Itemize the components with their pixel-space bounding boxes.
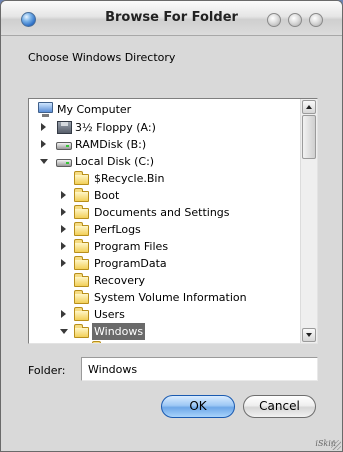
folder-icon (74, 222, 89, 236)
folder-icon (74, 307, 89, 321)
expand-arrow-icon[interactable] (61, 225, 66, 233)
tree-item-partial (29, 340, 299, 343)
scroll-down-button[interactable] (302, 328, 316, 342)
ok-button[interactable]: OK (161, 395, 235, 418)
tree-item-floppy[interactable]: 3½ Floppy (A:) (29, 119, 299, 136)
tree-item-label: Program Files (94, 240, 169, 253)
folder-icon (74, 273, 89, 287)
folder-icon (74, 171, 89, 185)
folder-icon (74, 324, 89, 338)
tree-item-windows[interactable]: Windows (29, 323, 299, 340)
tree-item-local-disk[interactable]: Local Disk (C:) (29, 153, 299, 170)
vertical-scrollbar[interactable] (300, 99, 317, 343)
tree-item-label: Recovery (94, 274, 146, 287)
tree-item-label: System Volume Information (94, 291, 247, 304)
folder-input[interactable] (81, 357, 318, 381)
resize-grip[interactable] (331, 440, 341, 450)
tree-item-label-selected: Windows (92, 323, 146, 340)
folder-tree[interactable]: My Computer 3½ Floppy (A:) RAMDisk (B:) … (28, 98, 318, 344)
expand-arrow-icon[interactable] (61, 208, 66, 216)
folder-icon (74, 256, 89, 270)
folder-icon (74, 205, 89, 219)
dialog-prompt: Choose Windows Directory (28, 51, 176, 64)
tree-item-recycle-bin[interactable]: $Recycle.Bin (29, 170, 299, 187)
hard-drive-icon (56, 142, 72, 150)
expand-arrow-icon[interactable] (61, 242, 66, 250)
scroll-up-button[interactable] (302, 100, 316, 114)
tree-item-my-computer[interactable]: My Computer (29, 101, 299, 118)
tree-item-boot[interactable]: Boot (29, 187, 299, 204)
tree-item-label: 3½ Floppy (A:) (75, 121, 156, 134)
scroll-thumb[interactable] (302, 115, 316, 159)
tree-item-recovery[interactable]: Recovery (29, 272, 299, 289)
floppy-drive-icon (57, 121, 72, 134)
tree-item-programdata[interactable]: ProgramData (29, 255, 299, 272)
tree-item-users[interactable]: Users (29, 306, 299, 323)
tree-item-perflogs[interactable]: PerfLogs (29, 221, 299, 238)
cancel-button[interactable]: Cancel (243, 395, 316, 418)
tree-item-label: Documents and Settings (94, 206, 230, 219)
folder-label: Folder: (28, 364, 66, 377)
expand-arrow-icon[interactable] (41, 140, 46, 148)
expand-arrow-icon[interactable] (61, 310, 66, 318)
browse-for-folder-dialog: Browse For Folder Choose Windows Directo… (0, 0, 343, 452)
collapse-arrow-icon[interactable] (40, 159, 48, 164)
tree-item-system-volume-information[interactable]: System Volume Information (29, 289, 299, 306)
tree-item-ramdisk[interactable]: RAMDisk (B:) (29, 136, 299, 153)
folder-icon (74, 290, 89, 304)
tree-item-program-files[interactable]: Program Files (29, 238, 299, 255)
folder-icon (74, 188, 89, 202)
computer-icon (38, 102, 53, 117)
tree-item-label: Users (94, 308, 125, 321)
maximize-button[interactable] (288, 13, 302, 27)
tree-item-label: RAMDisk (B:) (75, 138, 147, 151)
tree-item-label: ProgramData (94, 257, 167, 270)
tree-item-label: Boot (94, 189, 120, 202)
close-button[interactable] (309, 13, 323, 27)
expand-arrow-icon[interactable] (61, 191, 66, 199)
collapse-arrow-icon[interactable] (60, 329, 68, 334)
hard-drive-icon (56, 159, 72, 167)
tree-item-documents-and-settings[interactable]: Documents and Settings (29, 204, 299, 221)
tree-item-label: Local Disk (C:) (75, 155, 155, 168)
tree-item-label: PerfLogs (94, 223, 141, 236)
title-bar[interactable]: Browse For Folder (1, 1, 342, 36)
tree-item-label: $Recycle.Bin (94, 172, 165, 185)
tree-item-label: My Computer (57, 103, 132, 116)
minimize-button[interactable] (267, 13, 281, 27)
expand-arrow-icon[interactable] (41, 123, 46, 131)
expand-arrow-icon[interactable] (61, 259, 66, 267)
folder-icon (74, 239, 89, 253)
